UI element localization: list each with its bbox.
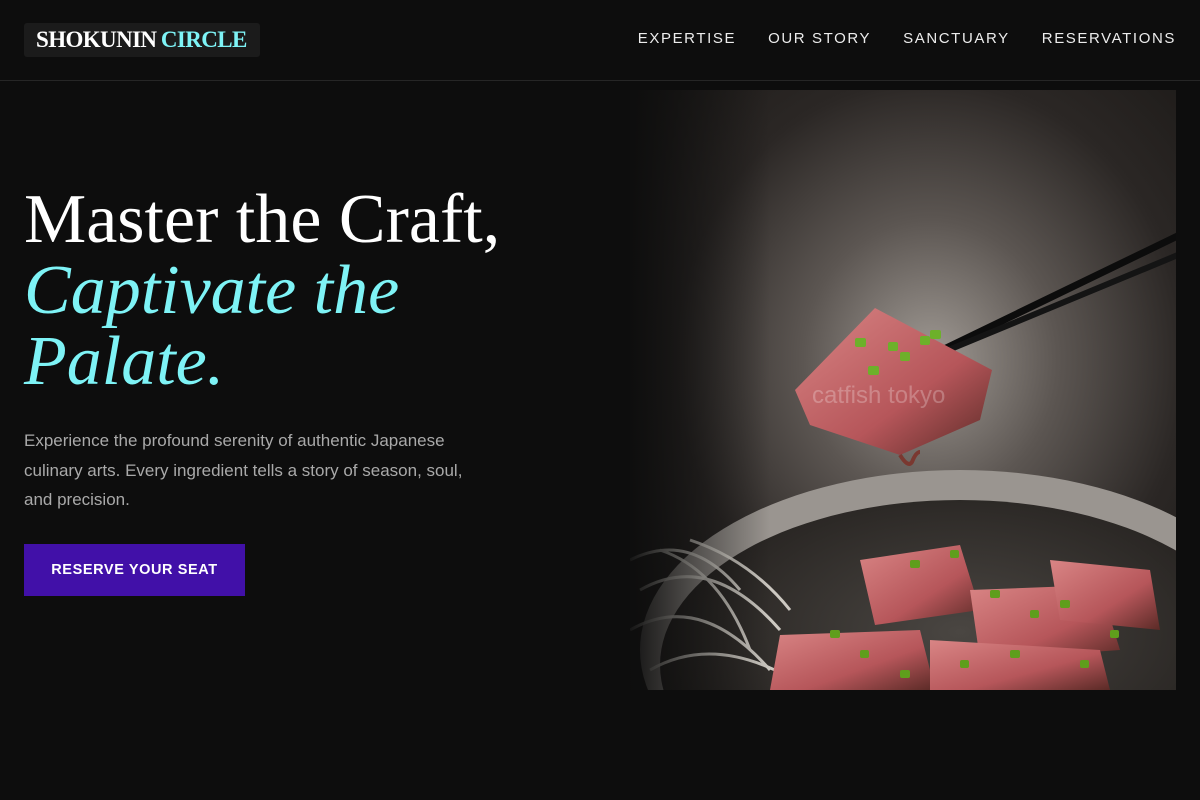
reserve-seat-button[interactable]: RESERVE YOUR SEAT [24, 544, 245, 596]
brand-name-primary: SHOKUNIN [36, 27, 157, 52]
nav-link-sanctuary[interactable]: SANCTUARY [903, 30, 1010, 47]
hero-title: Master the Craft, Captivate the Palate. [24, 184, 604, 397]
nav-links: EXPERTISE OUR STORY SANCTUARY RESERVATIO… [638, 30, 1176, 47]
nav-link-reservations[interactable]: RESERVATIONS [1042, 30, 1176, 47]
hero-food-image: catfish tokyo [630, 90, 1176, 690]
hero-title-line2: Captivate the Palate. [24, 252, 400, 400]
image-watermark: catfish tokyo [812, 382, 945, 409]
brand-name-accent: CIRCLE [160, 27, 247, 52]
hero-title-line1: Master the Craft, [24, 181, 501, 258]
brand-logo[interactable]: SHOKUNIN CIRCLE [24, 23, 260, 57]
nav-link-expertise[interactable]: EXPERTISE [638, 30, 736, 47]
hero-description: Experience the profound serenity of auth… [24, 431, 463, 509]
image-left-fade [630, 90, 770, 690]
nav-link-our-story[interactable]: OUR STORY [768, 30, 871, 47]
top-navigation: SHOKUNIN CIRCLE EXPERTISE OUR STORY SANC… [0, 0, 1200, 81]
